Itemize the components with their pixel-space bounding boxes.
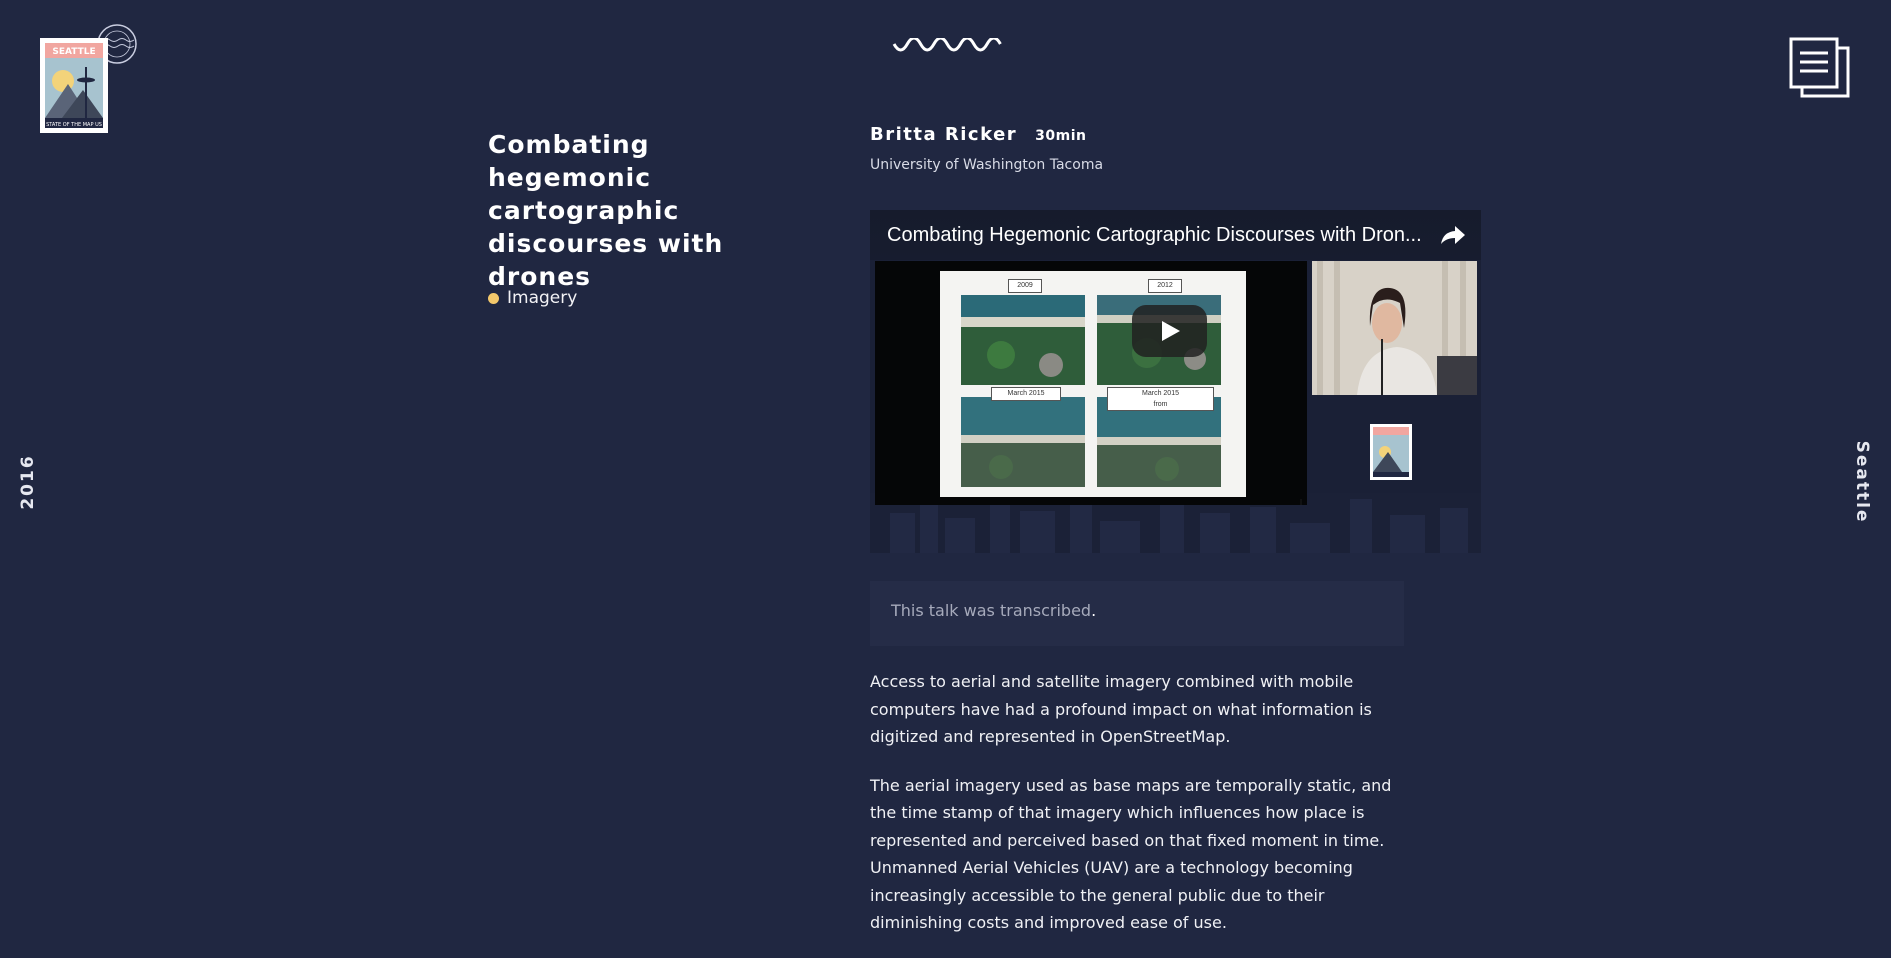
video-player[interactable]: 2009 2012 March 2015 March 2015 from | C… — [870, 210, 1481, 553]
speaker-video-thumbnail — [1312, 261, 1477, 395]
slide-label: March 2015 from — [1107, 387, 1214, 411]
mini-stamp-icon — [1370, 424, 1412, 480]
video-slide-frame: 2009 2012 March 2015 March 2015 from | — [875, 261, 1307, 506]
slide-label: 2012 — [1148, 279, 1182, 293]
slide-label: March 2015 — [991, 387, 1061, 401]
video-title-bar: Combating Hegemonic Cartographic Discour… — [870, 210, 1481, 260]
transcript-notice: This talk was transcribed. — [870, 581, 1404, 646]
video-title[interactable]: Combating Hegemonic Cartographic Discour… — [887, 224, 1427, 247]
tag-imagery[interactable]: Imagery — [488, 288, 577, 308]
aerial-photo — [961, 397, 1085, 487]
speaker-name: Britta Ricker — [870, 124, 1018, 145]
share-icon[interactable] — [1440, 224, 1466, 246]
talk-duration: 30min — [1035, 128, 1087, 144]
side-city-label: Seattle — [1852, 440, 1872, 524]
tag-label: Imagery — [507, 288, 578, 308]
description-paragraph: The aerial imagery used as base maps are… — [870, 775, 1392, 933]
play-icon — [1162, 321, 1180, 341]
side-year-label: 2016 — [18, 454, 38, 510]
transcript-link[interactable]: This talk was transcribed — [891, 601, 1091, 620]
seattle-stamp-logo-icon: SEATTLE STATE OF THE MAP US — [40, 24, 137, 133]
menu-icon[interactable] — [1788, 36, 1854, 102]
play-button[interactable] — [1132, 305, 1207, 357]
stamp-top-text: SEATTLE — [52, 47, 95, 57]
description-paragraph: Access to aerial and satellite imagery c… — [870, 672, 1372, 746]
slide-label: 2009 — [1008, 279, 1042, 293]
speaker-row: Britta Ricker 30min — [870, 124, 1087, 145]
transcript-notice-suffix: . — [1091, 601, 1097, 620]
stamp-bottom-text: STATE OF THE MAP US — [46, 122, 102, 128]
tag-dot-icon — [488, 292, 499, 304]
slide-corner-mark: | — [1300, 499, 1303, 506]
wave-divider-icon — [892, 38, 1002, 52]
talk-description: Access to aerial and satellite imagery c… — [870, 668, 1410, 958]
talk-title: Combating hegemonic cartographic discour… — [488, 130, 724, 291]
speaker-affiliation: University of Washington Tacoma — [870, 157, 1104, 173]
aerial-photo — [961, 295, 1085, 385]
site-logo[interactable]: SEATTLE STATE OF THE MAP US — [38, 22, 138, 137]
